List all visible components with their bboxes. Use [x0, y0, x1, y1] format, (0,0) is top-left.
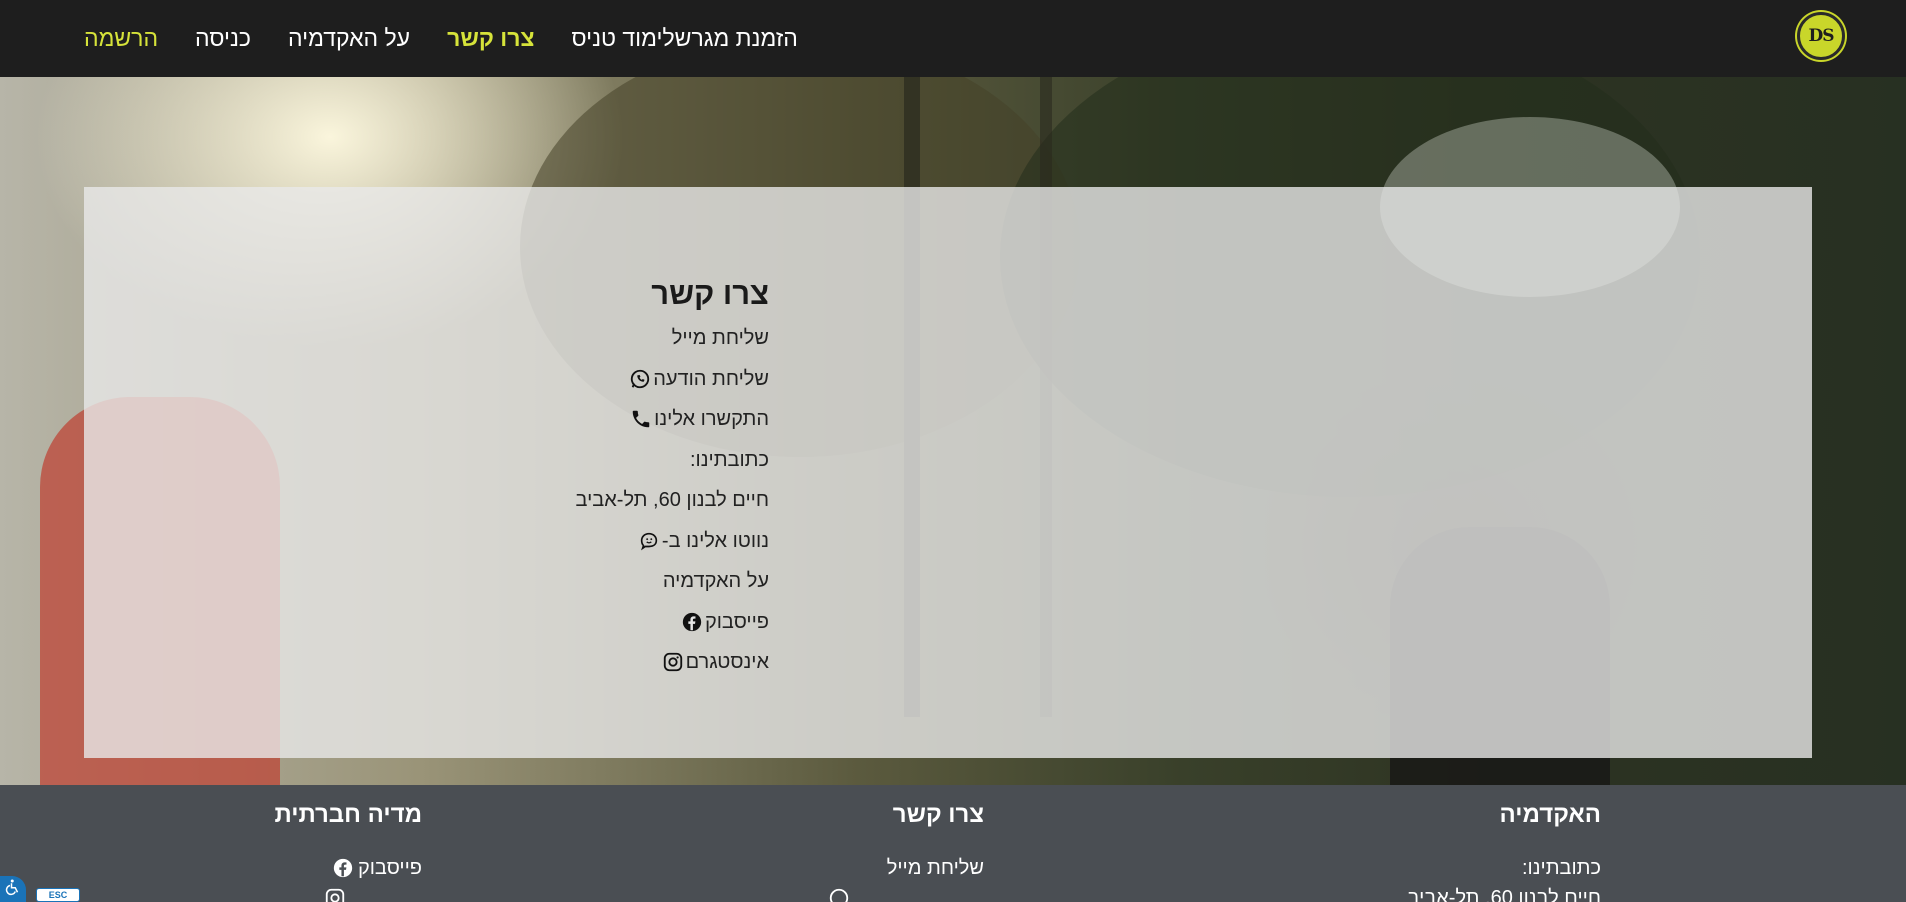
nav-link-book-court[interactable]: הזמנת מגרש	[675, 25, 798, 52]
nav-link-login[interactable]: כניסה	[195, 25, 251, 52]
logo-text: DS	[1808, 26, 1834, 46]
accessibility-button[interactable]	[0, 876, 26, 902]
phone-link[interactable]: התקשרו אלינו	[576, 399, 769, 440]
nav-link-tennis-lessons[interactable]: לימוד טניס	[571, 25, 674, 52]
waze-icon	[638, 530, 660, 552]
footer-address-label: כתובתינו:	[1521, 856, 1601, 879]
address-value: חיים לבנון 60, תל-אביב	[575, 489, 770, 512]
nav-links: הזמנת מגרש לימוד טניס צרו קשר על האקדמיה…	[47, 0, 798, 77]
phone-icon	[630, 408, 652, 430]
email-link-label: שליחת מייל	[671, 327, 769, 350]
footer-contact-column: צרו קשר שליחת מייל	[828, 801, 984, 902]
email-link[interactable]: שליחת מייל	[576, 318, 769, 359]
footer-social-title: מדיה חברתית	[274, 801, 422, 828]
academy-logo[interactable]: DS	[1797, 12, 1845, 60]
esc-badge[interactable]: ESC	[36, 888, 80, 902]
about-link[interactable]: על האקדמיה	[576, 561, 769, 602]
instagram-link[interactable]: אינסטגרם	[576, 642, 769, 683]
nav-link-contact[interactable]: צרו קשר	[447, 25, 534, 52]
waze-link[interactable]: נווטו אלינו ב-	[576, 521, 769, 562]
address-label-text: כתובתינו:	[689, 448, 769, 471]
top-navbar: DS הזמנת מגרש לימוד טניס צרו קשר על האקד…	[0, 0, 1906, 77]
whatsapp-icon	[629, 368, 651, 390]
whatsapp-icon	[828, 887, 850, 902]
accessibility-icon	[4, 878, 22, 901]
address-text: חיים לבנון 60, תל-אביב	[576, 480, 770, 521]
facebook-link[interactable]: פייסבוק	[576, 602, 769, 643]
hero-background: צרו קשר שליחת מייל שליחת הודעה התקשרו אל…	[0, 77, 1906, 785]
footer-facebook-link[interactable]: פייסבוק	[274, 855, 422, 881]
contact-title: צרו קשר	[651, 276, 769, 311]
footer-academy-column: האקדמיה כתובתינו: חיים לבנון 60, תל-אביב	[1408, 801, 1602, 902]
phone-link-label: התקשרו אלינו	[654, 408, 769, 431]
address-label: כתובתינו:	[576, 440, 769, 481]
footer-facebook-label: פייסבוק	[357, 856, 422, 879]
contact-card: צרו קשר שליחת מייל שליחת הודעה התקשרו אל…	[84, 187, 1812, 758]
footer-academy-title: האקדמיה	[1499, 801, 1601, 828]
footer-instagram-link-partial[interactable]	[274, 885, 422, 902]
instagram-icon	[324, 887, 346, 902]
contact-section: צרו קשר שליחת מייל שליחת הודעה התקשרו אל…	[576, 276, 770, 683]
instagram-link-label: אינסטגרם	[685, 651, 769, 674]
nav-link-register[interactable]: הרשמה	[84, 25, 158, 52]
footer-whatsapp-link-partial[interactable]	[828, 885, 984, 902]
facebook-link-label: פייסבוק	[704, 610, 769, 633]
waze-link-label: נווטו אלינו ב-	[661, 529, 769, 552]
site-footer: האקדמיה כתובתינו: חיים לבנון 60, תל-אביב…	[0, 785, 1906, 902]
nav-link-about[interactable]: על האקדמיה	[288, 25, 410, 52]
footer-address-value: חיים לבנון 60, תל-אביב	[1407, 886, 1602, 902]
facebook-icon	[332, 857, 354, 879]
whatsapp-link-label: שליחת הודעה	[653, 367, 769, 390]
whatsapp-link[interactable]: שליחת הודעה	[576, 359, 769, 400]
footer-contact-title: צרו קשר	[892, 801, 984, 828]
instagram-icon	[662, 651, 684, 673]
footer-social-column: מדיה חברתית פייסבוק	[274, 801, 422, 902]
footer-email-link[interactable]: שליחת מייל	[828, 855, 984, 881]
about-link-label: על האקדמיה	[662, 570, 769, 593]
facebook-icon	[681, 611, 703, 633]
